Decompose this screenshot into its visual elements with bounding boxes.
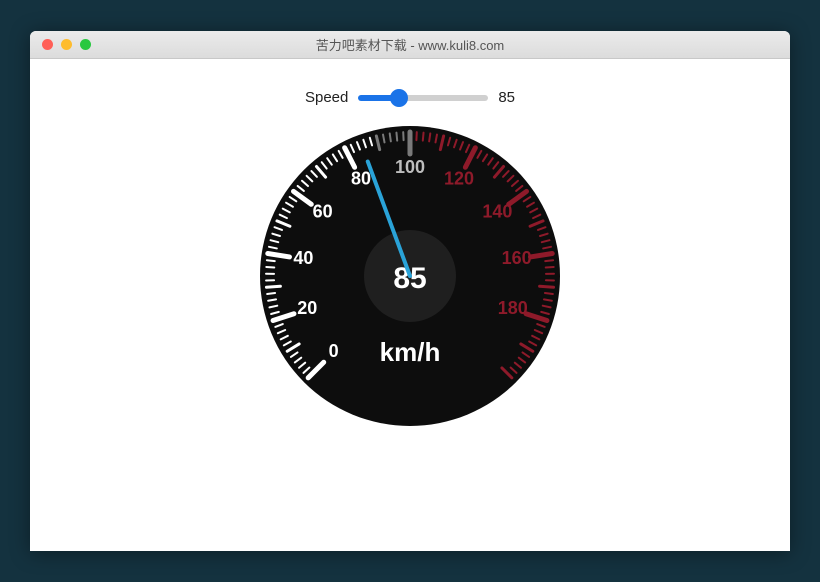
gauge-tick: [545, 293, 553, 294]
gauge-tick: [268, 253, 290, 256]
gauge-tick-label: 100: [395, 157, 425, 177]
content-area: Speed 85 0 20 40 60 80 100 120 140 160 180 85 km/h: [30, 59, 790, 436]
gauge-tick: [396, 133, 397, 141]
gauge-tick-label: 20: [297, 298, 317, 318]
gauge-tick: [545, 260, 553, 261]
speed-control-row: Speed 85: [305, 89, 515, 106]
speed-label: Speed: [305, 89, 348, 106]
gauge-tick: [423, 133, 424, 141]
gauge-tick: [266, 267, 274, 268]
gauge-tick: [267, 260, 275, 261]
maximize-icon[interactable]: [80, 39, 91, 50]
gauge-tick-label: 120: [444, 169, 474, 189]
traffic-lights: [30, 39, 91, 50]
titlebar: 苦力吧素材下载 - www.kuli8.com: [30, 31, 790, 59]
gauge-value: 85: [393, 262, 426, 295]
gauge-tick: [390, 133, 391, 141]
window-title: 苦力吧素材下载 - www.kuli8.com: [30, 35, 790, 54]
speed-value-readout: 85: [498, 89, 515, 106]
gauge-tick-label: 140: [482, 201, 512, 221]
gauge-tick: [429, 133, 430, 141]
gauge-tick-label: 180: [498, 298, 528, 318]
gauge-tick: [540, 286, 554, 287]
gauge-tick-label: 160: [502, 248, 532, 268]
speed-slider[interactable]: [358, 95, 488, 101]
gauge-unit: km/h: [380, 337, 441, 367]
gauge-tick-label: 40: [293, 248, 313, 268]
gauge-tick: [530, 253, 552, 256]
close-icon[interactable]: [42, 39, 53, 50]
gauge-tick-label: 80: [351, 169, 371, 189]
gauge-tick: [544, 299, 552, 300]
minimize-icon[interactable]: [61, 39, 72, 50]
gauge-tick: [546, 267, 554, 268]
gauge-tick: [267, 293, 275, 294]
speedometer-gauge: 0 20 40 60 80 100 120 140 160 180 85 km/h: [250, 116, 570, 436]
gauge-tick: [268, 299, 276, 300]
gauge-tick: [266, 286, 280, 287]
gauge-tick-label: 0: [329, 341, 339, 361]
browser-window: 苦力吧素材下载 - www.kuli8.com Speed 85 0 20 40 60…: [30, 31, 790, 551]
gauge-tick-label: 60: [313, 201, 333, 221]
